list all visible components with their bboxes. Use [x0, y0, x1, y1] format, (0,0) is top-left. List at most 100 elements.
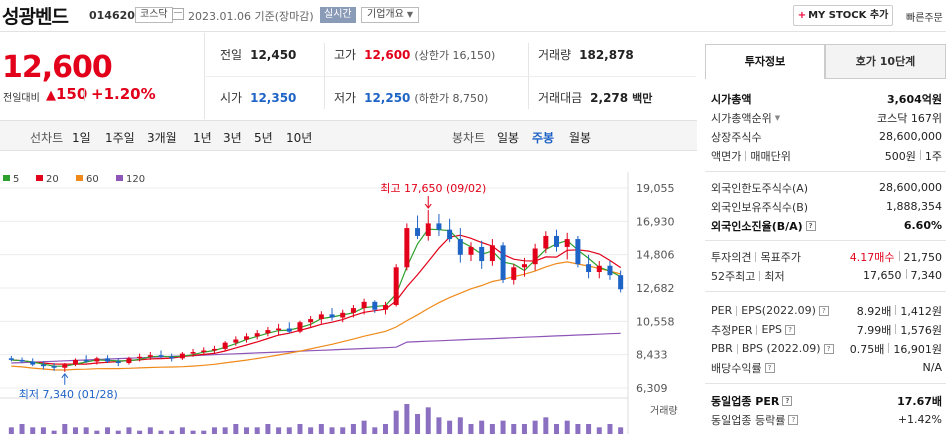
volume-bar — [105, 427, 111, 434]
add-mystock-button[interactable]: + MY STOCK 추가 — [793, 5, 893, 26]
volume-bar — [179, 427, 185, 434]
divider — [705, 291, 946, 292]
divider — [736, 343, 738, 354]
open-price: 시가 12,350 — [220, 76, 296, 119]
candle-body — [254, 333, 260, 337]
help-icon[interactable]: ? — [823, 343, 834, 354]
help-icon[interactable]: ? — [805, 220, 816, 231]
volume-bar — [457, 417, 463, 434]
target-label: 목표주가 — [760, 250, 801, 264]
eps-label: EPS(2022.09) — [741, 304, 816, 317]
tab-investment-info[interactable]: 투자정보 — [705, 44, 825, 79]
tab-10y[interactable]: 10년 — [286, 129, 312, 146]
high-label: 고가 — [334, 48, 357, 62]
candle-body — [30, 361, 36, 365]
chevron-down-icon: ▼ — [406, 10, 413, 19]
industry-rate-row: 동일업종 등락률? +1.42% — [711, 410, 942, 429]
tab-monthly[interactable]: 월봉 — [569, 129, 591, 146]
volume-bar — [404, 404, 410, 434]
prev-close-value: 12,450 — [250, 47, 297, 62]
volume-bar — [254, 427, 260, 434]
tab-3m[interactable]: 3개월 — [147, 129, 177, 146]
52w-high-label: 52주최고 — [711, 269, 756, 283]
volume-bar — [564, 420, 570, 434]
candle-body — [404, 228, 410, 268]
bps-value: 16,901원 — [893, 342, 942, 356]
candle-body — [618, 275, 624, 290]
legend-label: 20 — [46, 174, 59, 185]
rank-label: 시가총액순위 — [711, 111, 772, 125]
volume-bar — [361, 420, 367, 434]
help-icon[interactable]: ? — [782, 395, 793, 406]
prev-close: 전일 12,450 — [220, 33, 296, 76]
ma60-line — [11, 261, 621, 371]
volume-bar — [30, 427, 36, 434]
volume-bar — [147, 427, 153, 434]
candle-body — [468, 246, 474, 255]
candle-body — [179, 353, 185, 359]
candle-body — [62, 364, 68, 368]
candle-body — [447, 229, 453, 240]
est-eps-value: 1,576원 — [900, 323, 942, 337]
line-chart-label: 선차트 — [30, 131, 64, 145]
candle-body — [361, 301, 367, 309]
tab-1w[interactable]: 1주일 — [105, 129, 135, 146]
volume-bar — [297, 424, 303, 434]
legend-swatch — [116, 175, 123, 181]
realtime-button[interactable]: 실시간 — [320, 7, 356, 23]
pbr-label: PBR — [711, 342, 733, 355]
candle-body — [169, 356, 175, 359]
tab-orderbook[interactable]: 호가 10단계 — [825, 44, 946, 79]
volume-bar — [382, 424, 388, 434]
tab-1d[interactable]: 1일 — [72, 129, 91, 146]
market-cap-label: 시가총액 — [711, 92, 752, 106]
volume-bar — [222, 427, 228, 434]
price-change-value: 150 — [56, 85, 88, 103]
volume-bar — [233, 424, 239, 434]
chevron-down-icon[interactable]: ▼ — [775, 114, 780, 122]
market-badge: 코스닥 — [135, 7, 173, 23]
help-icon[interactable]: ? — [785, 324, 796, 335]
foreign-ratio-label: 외국인소진율(B/A) — [711, 219, 803, 233]
tab-daily[interactable]: 일봉 — [497, 129, 519, 146]
foreign-hold-label: 외국인보유주식수(B) — [711, 200, 809, 214]
info-tabs: 투자정보 호가 10단계 — [705, 44, 946, 79]
trade-amount-unit: 백만 — [632, 91, 653, 105]
quick-order-link[interactable]: 빠른주문 — [906, 9, 943, 24]
candle-body — [511, 267, 517, 280]
per-value: 8.92배 — [856, 304, 892, 318]
volume-bar — [532, 420, 538, 434]
candle-body — [489, 245, 495, 262]
tab-weekly[interactable]: 주봉 — [532, 129, 554, 146]
tab-3y[interactable]: 3년 — [223, 129, 242, 146]
volume-bar — [436, 417, 442, 434]
volume-bar — [40, 427, 46, 434]
shares-row: 상장주식수 28,600,000 — [711, 127, 942, 146]
company-overview-dropdown[interactable]: 기업개요 ▼ — [361, 7, 419, 23]
up-triangle-icon: ▲ — [46, 88, 56, 103]
divider — [759, 270, 761, 281]
candle-body — [265, 330, 271, 334]
price-change-percent: +1.20% — [91, 85, 156, 103]
help-icon[interactable]: ? — [818, 305, 829, 316]
candle-body — [94, 358, 100, 362]
help-icon[interactable]: ? — [764, 362, 775, 373]
candle-body — [8, 358, 14, 360]
tab-5y[interactable]: 5년 — [254, 129, 273, 146]
volume-label: 거래량 — [538, 48, 572, 62]
help-icon[interactable]: ? — [788, 414, 799, 425]
candle-body — [72, 359, 78, 365]
opinion-label: 투자의견 — [711, 250, 752, 264]
tab-1y[interactable]: 1년 — [193, 129, 212, 146]
price-chart[interactable]: 19,055 16,930 14,806 12,682 10,558 8,433 6,309… — [0, 152, 697, 434]
eps-value: 1,412원 — [900, 304, 942, 318]
volume-bar — [8, 427, 14, 434]
high-annotation: 최고 17,650 (09/02) — [380, 182, 486, 195]
candle-body — [40, 364, 46, 367]
industry-rate-value: +1.42% — [897, 413, 942, 426]
52w-high-value: 17,650 — [863, 269, 902, 282]
candle-body — [297, 322, 303, 332]
candle-body — [350, 308, 356, 313]
52w-low-label: 최저 — [764, 269, 785, 283]
calendar-icon — [172, 8, 184, 20]
